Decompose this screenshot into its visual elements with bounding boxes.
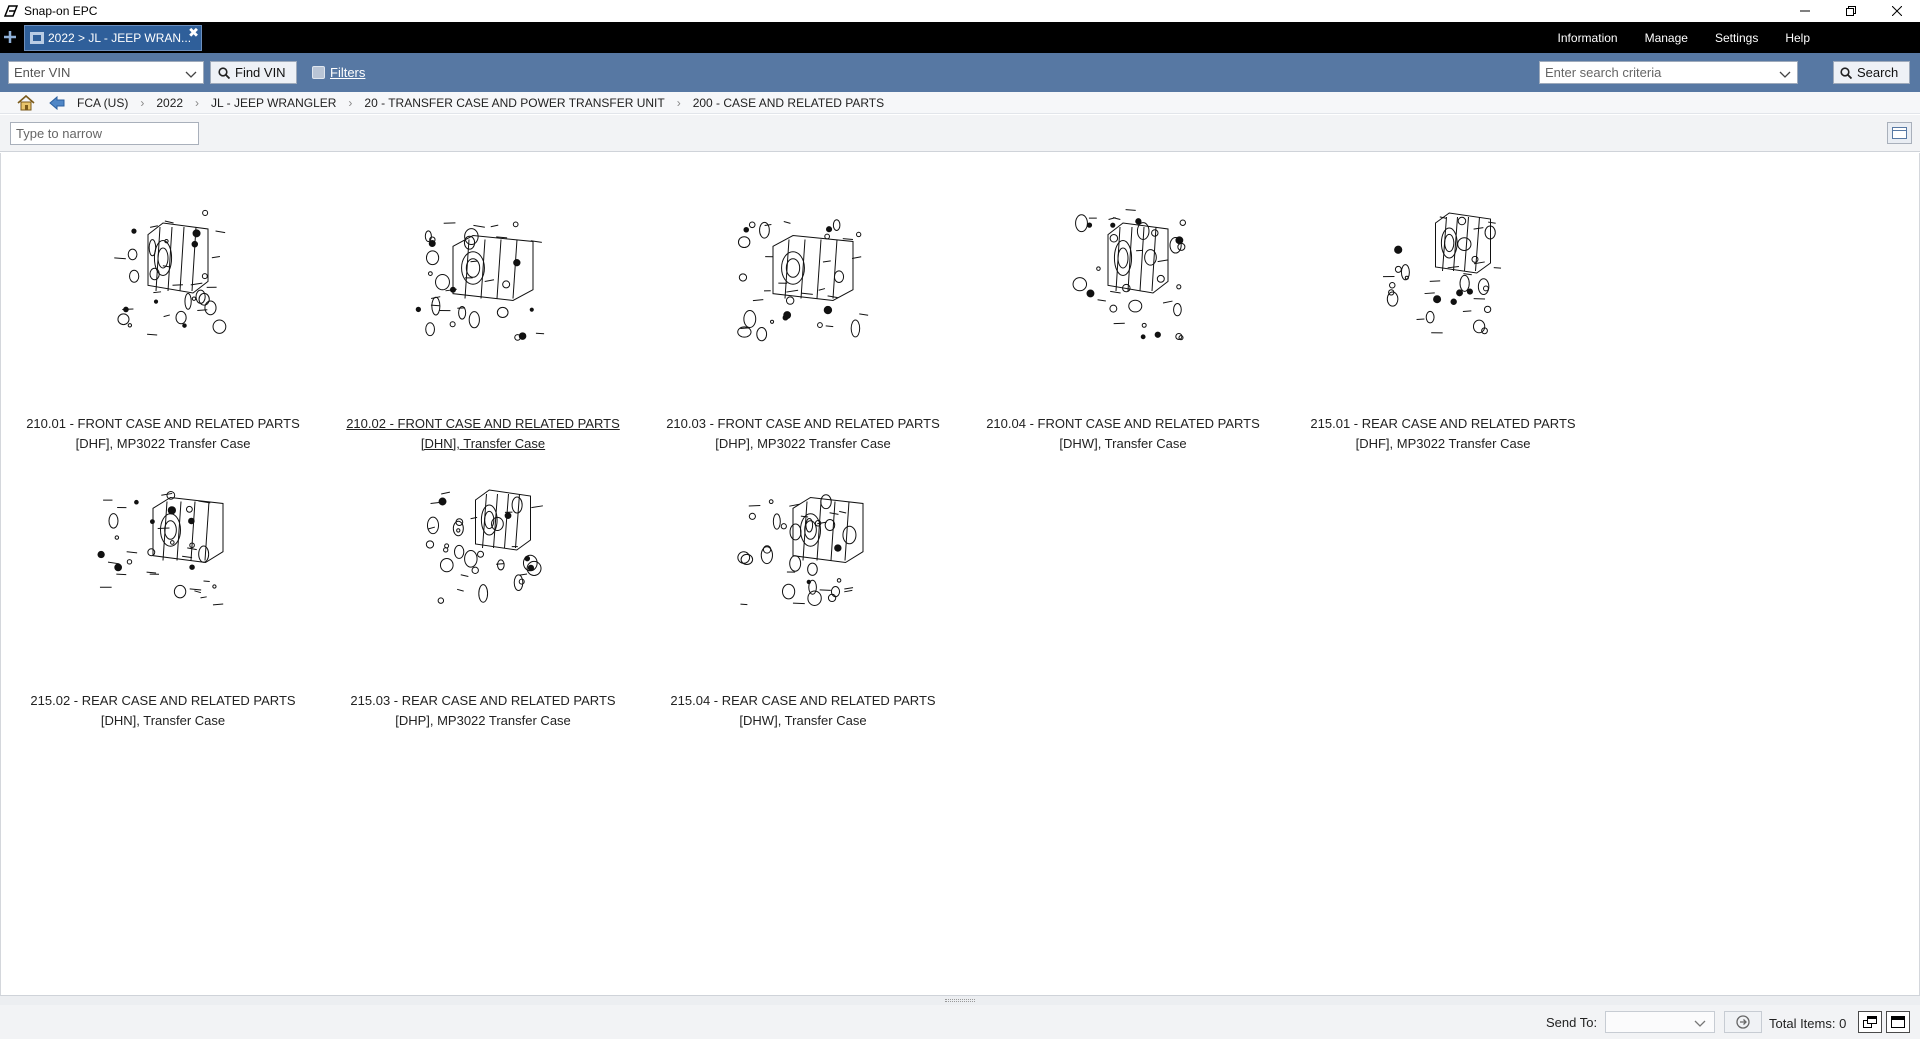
window-titlebar: Snap-on EPC	[0, 0, 1920, 22]
restore-icon[interactable]	[1828, 0, 1874, 22]
search-icon	[218, 66, 230, 79]
back-arrow-icon[interactable]	[49, 95, 65, 110]
find-vin-button[interactable]: Find VIN	[210, 61, 297, 84]
illustration-subtitle[interactable]: [DHW], Transfer Case	[973, 436, 1273, 451]
illustration-title[interactable]: 210.03 - FRONT CASE AND RELATED PARTS	[653, 416, 953, 431]
splitter-grip-icon[interactable]	[945, 999, 975, 1002]
breadcrumb: FCA (US) › 2022 › JL - JEEP WRANGLER › 2…	[0, 92, 1920, 114]
filters-label[interactable]: Filters	[330, 65, 365, 80]
vin-placeholder: Enter VIN	[14, 65, 71, 80]
illustration-title[interactable]: 210.02 - FRONT CASE AND RELATED PARTS	[333, 416, 633, 431]
chevron-down-icon[interactable]	[1779, 67, 1791, 82]
illustration-thumbnail[interactable]	[723, 188, 883, 363]
illustration-thumbnail[interactable]	[403, 188, 563, 363]
find-vin-label: Find VIN	[235, 65, 286, 80]
breadcrumb-item[interactable]: JL - JEEP WRANGLER	[211, 96, 336, 110]
breadcrumb-item[interactable]: 2022	[156, 96, 183, 110]
chevron-down-icon[interactable]	[1694, 1016, 1706, 1031]
illustration-card[interactable]: 210.01 - FRONT CASE AND RELATED PARTS [D…	[13, 188, 313, 451]
illustration-title[interactable]: 210.01 - FRONT CASE AND RELATED PARTS	[13, 416, 313, 431]
menu-information[interactable]: Information	[1558, 31, 1618, 45]
illustration-thumbnail[interactable]	[83, 465, 243, 640]
tab-vehicle[interactable]: 2022 > JL - JEEP WRAN... ✖	[24, 25, 202, 51]
send-to-label: Send To:	[1546, 1015, 1598, 1030]
view-toggle-button[interactable]	[1887, 122, 1912, 144]
illustration-grid: 210.01 - FRONT CASE AND RELATED PARTS [D…	[0, 153, 1920, 995]
illustration-card[interactable]: 210.03 - FRONT CASE AND RELATED PARTS [D…	[653, 188, 953, 451]
search-label: Search	[1857, 65, 1899, 80]
narrow-input[interactable]: Type to narrow	[10, 122, 199, 145]
catalog-icon	[30, 32, 44, 44]
search-button[interactable]: Search	[1833, 61, 1910, 84]
add-tab-icon[interactable]	[4, 30, 18, 44]
illustration-title[interactable]: 215.02 - REAR CASE AND RELATED PARTS	[13, 693, 313, 708]
maximize-icon	[1891, 1016, 1905, 1028]
illustration-card[interactable]: 210.04 - FRONT CASE AND RELATED PARTS [D…	[973, 188, 1273, 451]
breadcrumb-item[interactable]: 20 - TRANSFER CASE AND POWER TRANSFER UN…	[364, 96, 664, 110]
chevron-down-icon[interactable]	[185, 67, 197, 82]
chevron-right-icon: ›	[140, 95, 145, 110]
chevron-right-icon: ›	[348, 95, 353, 110]
top-menu: Information Manage Settings Help	[1558, 22, 1920, 53]
close-tab-icon[interactable]: ✖	[188, 25, 199, 41]
illustration-thumbnail[interactable]	[1363, 188, 1523, 363]
illustration-subtitle[interactable]: [DHP], MP3022 Transfer Case	[653, 436, 953, 451]
illustration-subtitle[interactable]: [DHN], Transfer Case	[333, 436, 633, 451]
close-window-icon[interactable]	[1874, 0, 1920, 22]
cascade-icon	[1863, 1016, 1877, 1028]
total-items: Total Items: 0	[1769, 1016, 1847, 1031]
narrow-placeholder: Type to narrow	[16, 126, 102, 141]
app-logo-icon	[4, 4, 20, 18]
illustration-card[interactable]: 215.03 - REAR CASE AND RELATED PARTS [DH…	[333, 465, 633, 728]
illustration-subtitle[interactable]: [DHW], Transfer Case	[653, 713, 953, 728]
minimize-icon[interactable]	[1782, 0, 1828, 22]
maximize-panel-button[interactable]	[1886, 1011, 1910, 1033]
illustration-thumbnail[interactable]	[83, 188, 243, 363]
illustration-card[interactable]: 215.04 - REAR CASE AND RELATED PARTS [DH…	[653, 465, 953, 728]
illustration-thumbnail[interactable]	[723, 465, 883, 640]
illustration-thumbnail[interactable]	[403, 465, 563, 640]
toolbar: Enter VIN Find VIN Filters Enter search …	[0, 53, 1920, 92]
search-icon	[1840, 66, 1852, 79]
narrow-bar: Type to narrow	[0, 115, 1920, 152]
app-title: Snap-on EPC	[24, 4, 98, 18]
illustration-subtitle[interactable]: [DHF], MP3022 Transfer Case	[1293, 436, 1593, 451]
chevron-right-icon: ›	[676, 95, 681, 110]
illustration-title[interactable]: 210.04 - FRONT CASE AND RELATED PARTS	[973, 416, 1273, 431]
send-arrow-icon	[1736, 1015, 1750, 1029]
illustration-card[interactable]: 215.02 - REAR CASE AND RELATED PARTS [DH…	[13, 465, 313, 728]
illustration-title[interactable]: 215.04 - REAR CASE AND RELATED PARTS	[653, 693, 953, 708]
filters-toggle[interactable]: Filters	[312, 65, 365, 80]
search-input[interactable]: Enter search criteria	[1539, 61, 1798, 84]
send-to-select[interactable]	[1605, 1011, 1715, 1033]
tab-bar: 2022 > JL - JEEP WRAN... ✖ Information M…	[0, 22, 1920, 53]
menu-help[interactable]: Help	[1785, 31, 1810, 45]
breadcrumb-item[interactable]: FCA (US)	[77, 96, 128, 110]
breadcrumb-item[interactable]: 200 - CASE AND RELATED PARTS	[693, 96, 884, 110]
illustration-card[interactable]: 210.02 - FRONT CASE AND RELATED PARTS [D…	[333, 188, 633, 451]
tab-label: 2022 > JL - JEEP WRAN...	[48, 31, 192, 45]
illustration-subtitle[interactable]: [DHF], MP3022 Transfer Case	[13, 436, 313, 451]
illustration-thumbnail[interactable]	[1043, 188, 1203, 363]
illustration-card[interactable]: 215.01 - REAR CASE AND RELATED PARTS [DH…	[1293, 188, 1593, 451]
panel-splitter[interactable]	[0, 995, 1920, 1005]
search-placeholder: Enter search criteria	[1545, 65, 1662, 80]
status-bar: Send To: Total Items: 0	[0, 1005, 1920, 1039]
send-button[interactable]	[1724, 1011, 1762, 1033]
illustration-title[interactable]: 215.01 - REAR CASE AND RELATED PARTS	[1293, 416, 1593, 431]
cascade-windows-button[interactable]	[1858, 1011, 1882, 1033]
chevron-right-icon: ›	[195, 95, 200, 110]
illustration-subtitle[interactable]: [DHN], Transfer Case	[13, 713, 313, 728]
home-icon[interactable]	[17, 94, 35, 111]
illustration-title[interactable]: 215.03 - REAR CASE AND RELATED PARTS	[333, 693, 633, 708]
vin-input[interactable]: Enter VIN	[8, 61, 204, 84]
menu-manage[interactable]: Manage	[1645, 31, 1688, 45]
illustration-subtitle[interactable]: [DHP], MP3022 Transfer Case	[333, 713, 633, 728]
list-view-icon	[1892, 127, 1907, 139]
filters-checkbox[interactable]	[312, 66, 325, 79]
menu-settings[interactable]: Settings	[1715, 31, 1758, 45]
window-controls	[1782, 0, 1920, 22]
